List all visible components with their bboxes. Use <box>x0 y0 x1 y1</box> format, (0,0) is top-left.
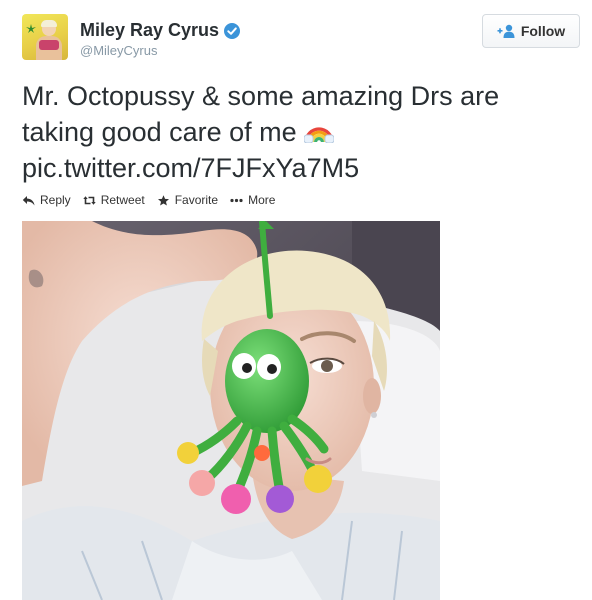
author-handle[interactable]: @MileyCyrus <box>80 43 157 58</box>
tweet-text-line1: Mr. Octopussy & some amazing Drs are <box>22 81 500 111</box>
avatar-figure-top <box>39 40 59 50</box>
more-dots-icon <box>230 198 243 202</box>
follow-button[interactable]: Follow <box>482 14 580 48</box>
avatar[interactable] <box>22 14 68 60</box>
avatar-figure-hair <box>41 20 57 27</box>
reply-icon <box>22 195 35 205</box>
reply-action[interactable]: Reply <box>22 193 71 207</box>
follow-button-label: Follow <box>520 23 566 39</box>
tweet-media-link[interactable]: pic.twitter.com/7FJFxYa7M5 <box>22 153 359 183</box>
tweet-photo[interactable] <box>22 221 440 600</box>
tweet-card: Miley Ray Cyrus @MileyCyrus Follow Mr. O… <box>0 0 592 600</box>
verified-badge-icon <box>224 22 241 39</box>
author-name-row: Miley Ray Cyrus <box>80 20 241 41</box>
favorite-action[interactable]: Favorite <box>157 193 218 207</box>
tweet-text: Mr. Octopussy & some amazing Drs are tak… <box>22 78 582 186</box>
tweet-text-line2: taking good care of me <box>22 117 297 147</box>
retweet-icon <box>82 195 96 205</box>
more-label: More <box>248 193 276 207</box>
more-action[interactable]: More <box>230 193 275 207</box>
tweet-actions: Reply Retweet Favorite More <box>22 193 275 207</box>
star-icon <box>157 194 169 206</box>
author-name[interactable]: Miley Ray Cyrus <box>80 20 219 41</box>
add-user-icon <box>497 24 515 38</box>
leaf-icon <box>26 24 36 33</box>
photo-icon <box>22 221 440 600</box>
reply-label: Reply <box>40 193 71 207</box>
retweet-label: Retweet <box>100 193 145 207</box>
rainbow-emoji-icon <box>304 127 335 143</box>
favorite-label: Favorite <box>174 193 219 207</box>
retweet-action[interactable]: Retweet <box>82 193 145 207</box>
